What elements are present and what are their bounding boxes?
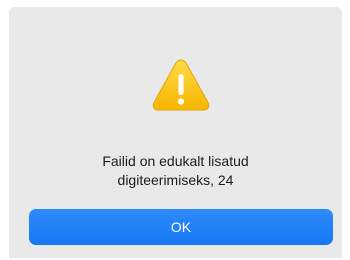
ok-button[interactable]: OK — [29, 209, 333, 245]
warning-icon — [151, 57, 211, 113]
alert-dialog: Failid on edukalt lisatud digiteerimisek… — [9, 7, 342, 258]
dialog-message: Failid on edukalt lisatud digiteerimisek… — [102, 153, 249, 188]
